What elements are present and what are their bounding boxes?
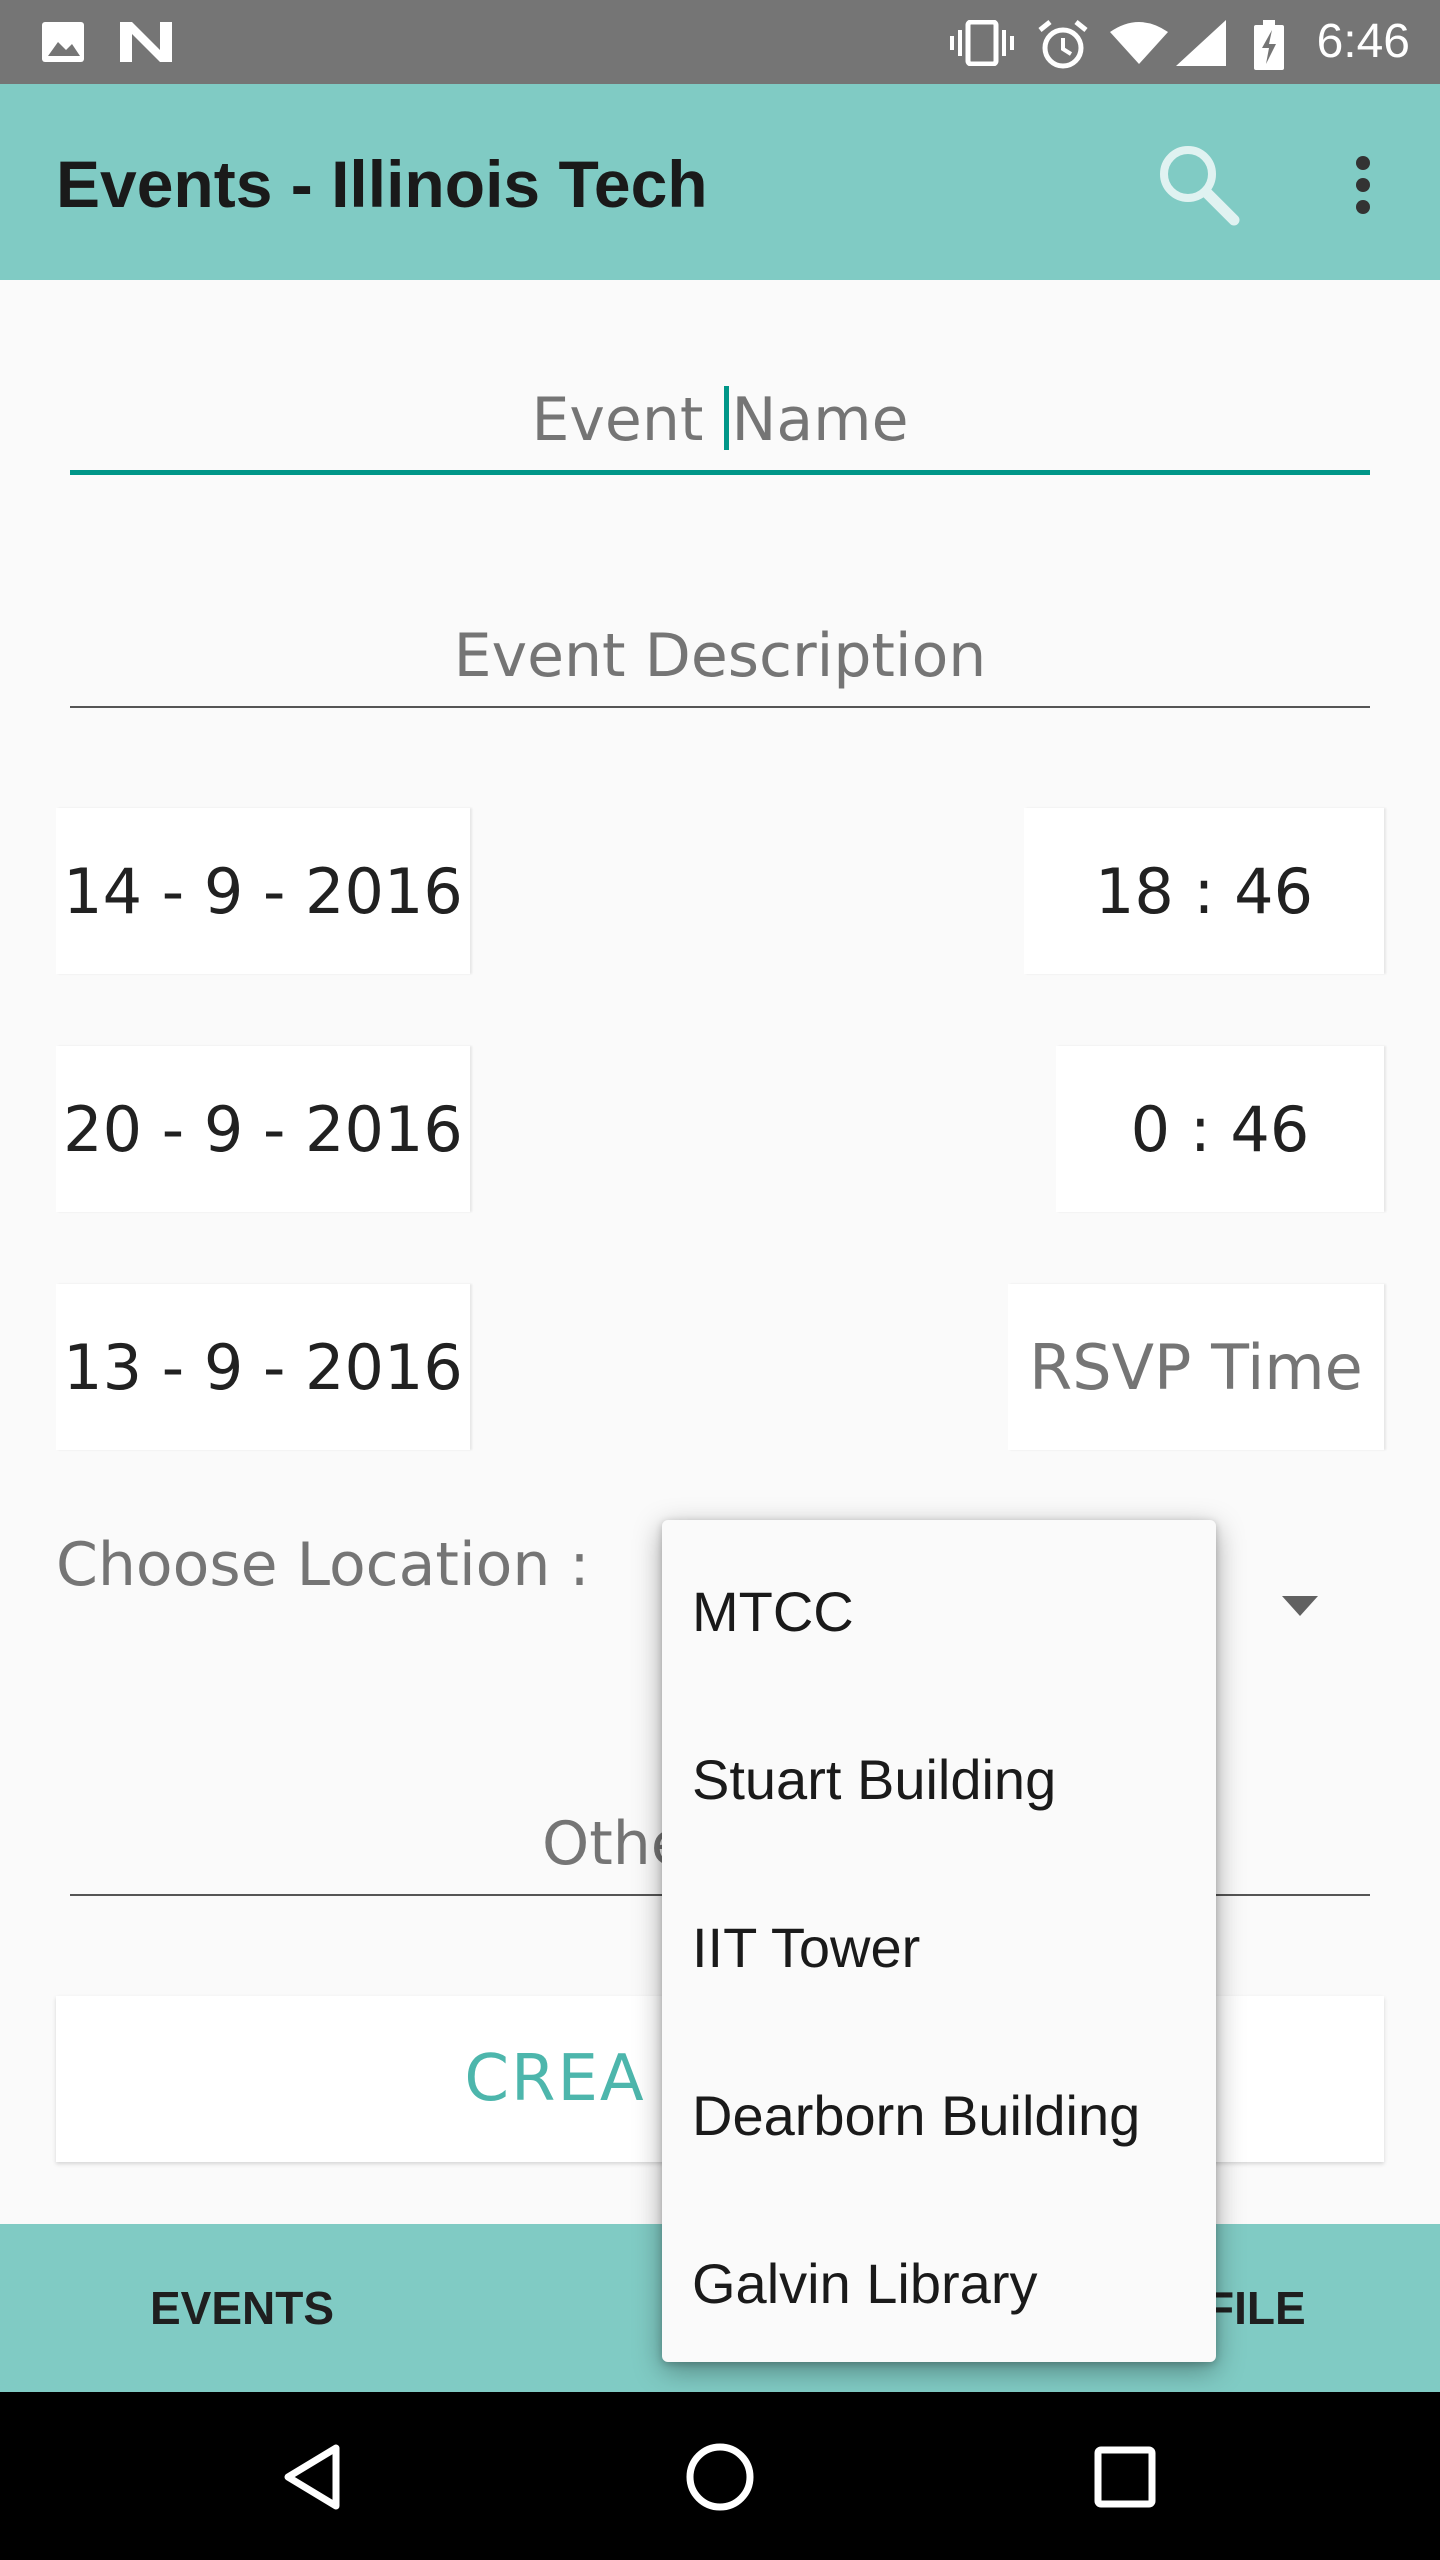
search-button[interactable] (1150, 136, 1246, 232)
event-name-underline (70, 470, 1370, 475)
tab-events[interactable]: EVENTS (150, 2224, 334, 2392)
location-option-iit-tower[interactable]: IIT Tower (662, 1864, 1216, 2032)
event-description-underline (70, 706, 1370, 708)
recents-icon[interactable] (1080, 2432, 1170, 2522)
rsvp-time-picker[interactable]: RSVP Time (1008, 1284, 1384, 1450)
event-description-field[interactable]: Event Description (70, 616, 1370, 696)
home-icon[interactable] (675, 2432, 765, 2522)
status-bar: 6:46 (0, 0, 1440, 84)
end-date-picker[interactable]: 20 - 9 - 2016 (56, 1046, 470, 1212)
search-icon (1160, 146, 1240, 226)
status-time: 6:46 (1316, 15, 1410, 68)
location-option-mtcc[interactable]: MTCC (662, 1528, 1216, 1696)
location-label: Choose Location : (56, 1530, 590, 1600)
image-icon (42, 22, 84, 62)
event-description-placeholder: Event Description (453, 621, 987, 691)
location-option-stuart-building[interactable]: Stuart Building (662, 1696, 1216, 1864)
location-option-dearborn-building[interactable]: Dearborn Building (662, 2032, 1216, 2200)
more-options-button[interactable] (1330, 136, 1396, 232)
back-icon[interactable] (270, 2432, 360, 2522)
alarm-icon (1038, 20, 1088, 69)
text-cursor (724, 386, 730, 451)
rsvp-date-picker[interactable]: 13 - 9 - 2016 (56, 1284, 470, 1450)
page-title: Events - Illinois Tech (56, 147, 708, 221)
tab-profile[interactable]: FILE (1206, 2224, 1306, 2392)
n-icon (120, 22, 172, 62)
event-name-placeholder-start: Event (531, 385, 723, 455)
start-date-picker[interactable]: 14 - 9 - 2016 (56, 808, 470, 974)
signal-icon (1176, 20, 1226, 66)
battery-icon (1254, 20, 1284, 70)
navigation-bar (0, 2392, 1440, 2560)
location-option-galvin-library[interactable]: Galvin Library (662, 2200, 1216, 2368)
event-name-field[interactable]: Event Name (70, 380, 1370, 460)
chevron-down-icon[interactable] (1282, 1596, 1318, 1616)
vibrate-icon (950, 20, 1014, 66)
wifi-icon (1110, 22, 1168, 64)
start-time-picker[interactable]: 18 : 46 (1024, 808, 1384, 974)
location-dropdown: MTCC Stuart Building IIT Tower Dearborn … (662, 1520, 1216, 2362)
app-bar: Events - Illinois Tech (0, 84, 1440, 280)
event-name-placeholder-end: Name (731, 385, 909, 455)
create-button-label: CREA (464, 2042, 646, 2116)
end-time-picker[interactable]: 0 : 46 (1056, 1046, 1384, 1212)
